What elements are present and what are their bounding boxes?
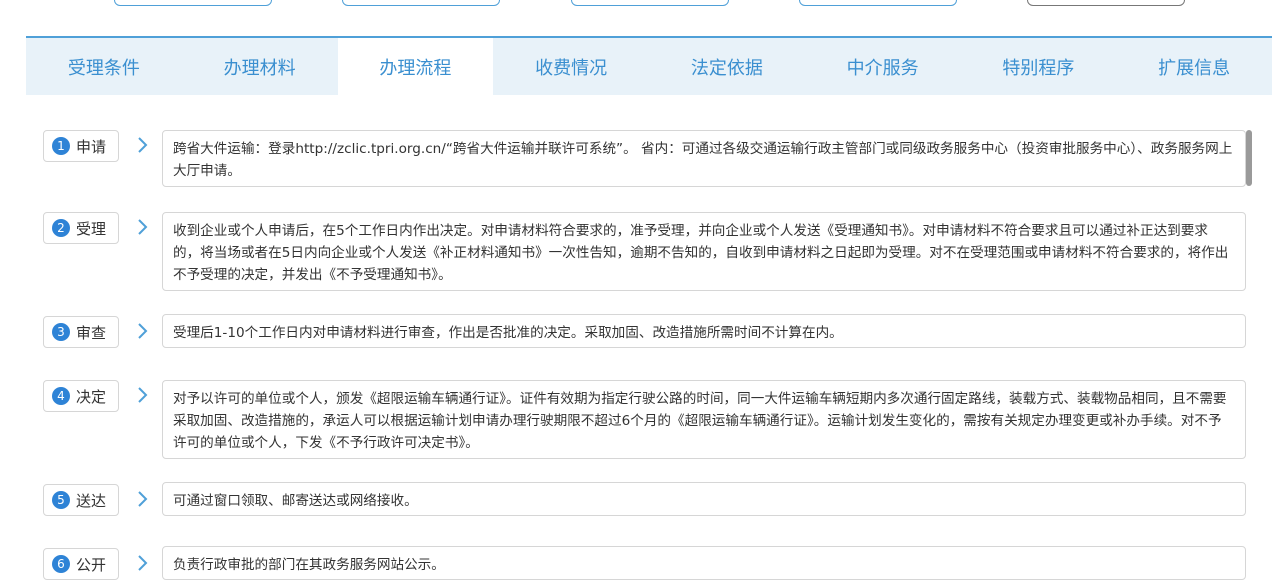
step-label[interactable]: 6 公开 <box>43 548 119 580</box>
scrollbar-thumb[interactable] <box>1246 130 1252 186</box>
step-title: 审查 <box>76 323 107 342</box>
process-steps: 1 申请 跨省大件运输：登录http://zclic.tpri.org.cn/“… <box>0 0 1280 583</box>
chevron-right-icon <box>138 323 148 339</box>
step-description: 受理后1-10个工作日内对申请材料进行审查，作出是否批准的决定。采取加固、改造措… <box>162 314 1246 348</box>
step-title: 受理 <box>76 219 107 238</box>
chevron-right-icon <box>138 219 148 235</box>
step-number-badge: 3 <box>52 323 70 341</box>
step-title: 申请 <box>76 137 107 156</box>
chevron-right-icon <box>138 387 148 403</box>
step-description: 可通过窗口领取、邮寄送达或网络接收。 <box>162 482 1246 516</box>
step-title: 送达 <box>76 491 107 510</box>
step-title: 公开 <box>76 555 107 574</box>
step-number-badge: 1 <box>52 137 70 155</box>
chevron-right-icon <box>138 491 148 507</box>
step-number-badge: 4 <box>52 387 70 405</box>
step-description: 跨省大件运输：登录http://zclic.tpri.org.cn/“跨省大件运… <box>162 130 1246 187</box>
step-label[interactable]: 3 审查 <box>43 316 119 348</box>
step-label[interactable]: 5 送达 <box>43 484 119 516</box>
step-description: 收到企业或个人申请后，在5个工作日内作出决定。对申请材料符合要求的，准予受理，并… <box>162 212 1246 291</box>
step-description: 负责行政审批的部门在其政务服务网站公示。 <box>162 546 1246 580</box>
step-description: 对予以许可的单位或个人，颁发《超限运输车辆通行证》。证件有效期为指定行驶公路的时… <box>162 380 1246 459</box>
step-label[interactable]: 4 决定 <box>43 380 119 412</box>
step-label[interactable]: 2 受理 <box>43 212 119 244</box>
step-label[interactable]: 1 申请 <box>43 130 119 162</box>
step-number-badge: 6 <box>52 555 70 573</box>
chevron-right-icon <box>138 137 148 153</box>
step-number-badge: 5 <box>52 491 70 509</box>
chevron-right-icon <box>138 555 148 571</box>
step-title: 决定 <box>76 387 107 406</box>
step-number-badge: 2 <box>52 219 70 237</box>
